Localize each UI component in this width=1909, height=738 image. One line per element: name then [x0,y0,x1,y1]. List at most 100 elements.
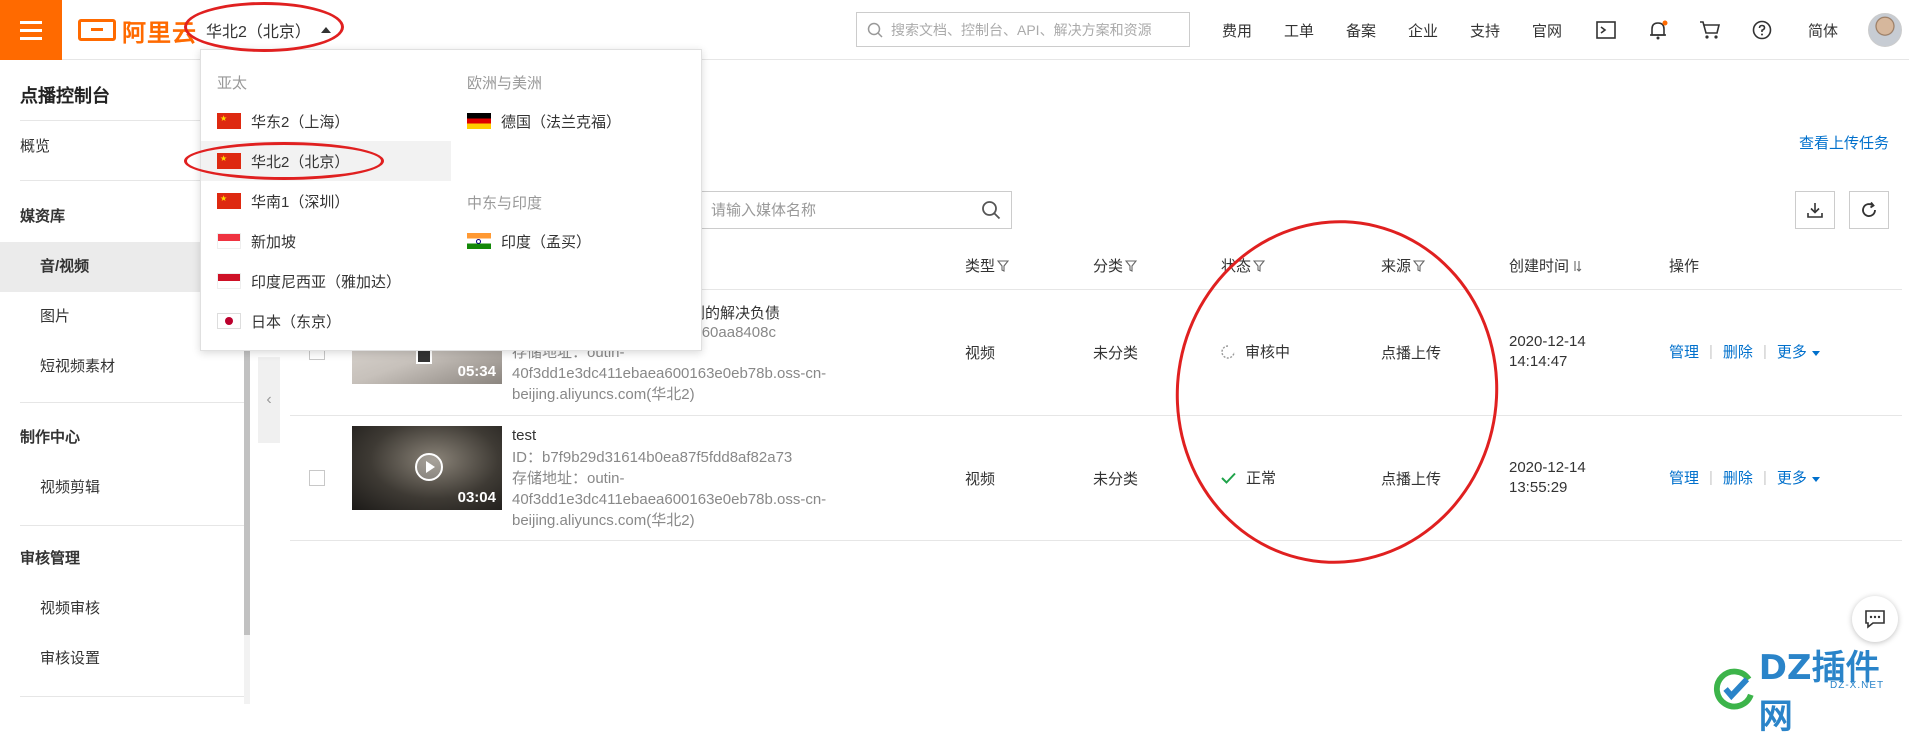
download-button[interactable] [1795,191,1835,229]
dz-watermark: DZ插件网 DZ-X.NET [1712,640,1909,738]
col-header-source[interactable]: 来源 [1381,255,1426,276]
filter-icon[interactable] [997,259,1010,272]
singapore-flag-icon [217,233,241,249]
media-source: 点播上传 [1381,345,1442,362]
region-option-label: 华南1（深圳） [251,193,350,211]
sidebar-group-production[interactable]: 制作中心 [0,413,244,463]
region-option-shenzhen[interactable]: ★ 华南1（深圳） [201,181,451,221]
table-divider [290,540,1902,541]
more-dropdown[interactable]: 更多 [1777,341,1820,362]
region-option-shanghai[interactable]: ★ 华东2（上海） [201,101,451,141]
chat-button[interactable] [1852,596,1898,642]
media-storage-line2: 40f3dd1e3dc411ebaea600163e0eb78b.oss-cn- [512,491,827,508]
global-search-input[interactable] [891,21,1181,38]
aliyun-logo-mark [78,19,116,41]
manage-link[interactable]: 管理 [1669,341,1699,362]
sidebar-item-video-audit[interactable]: 视频审核 [0,584,244,634]
refresh-icon [1862,201,1876,217]
divider [20,696,244,697]
region-option-mumbai[interactable]: 印度（孟买） [451,221,691,261]
video-thumbnail[interactable]: 03:04 [352,426,502,510]
japan-flag-icon [217,313,241,329]
media-id: 04e5560aa8408c [660,324,776,341]
region-selector-label: 华北2（北京） [206,24,311,41]
filter-icon[interactable] [1253,259,1266,272]
nav-fee[interactable]: 费用 [1222,20,1252,41]
aliyun-logo-text: 阿里云 [122,19,197,47]
china-flag-icon: ★ [217,193,241,209]
media-status: 正常 [1221,467,1276,488]
region-option-tokyo[interactable]: 日本（东京） [201,301,451,341]
nav-beian[interactable]: 备案 [1346,20,1376,41]
nav-enterprise[interactable]: 企业 [1408,20,1438,41]
region-option-label: 德国（法兰克福） [501,113,622,131]
view-upload-tasks-link[interactable]: 查看上传任务 [1799,132,1889,153]
media-type: 视频 [965,471,996,488]
menu-icon[interactable] [0,0,62,60]
region-option-label: 新加坡 [251,233,297,251]
watermark-subtext: DZ-X.NET [1830,680,1885,691]
col-header-type-label: 类型 [965,258,996,275]
delete-link[interactable]: 删除 [1723,341,1753,362]
col-header-status[interactable]: 状态 [1221,255,1266,276]
download-icon [1807,203,1823,218]
media-category: 未分类 [1093,471,1139,488]
row-checkbox[interactable] [309,470,325,486]
more-label: 更多 [1776,470,1807,487]
col-header-category-label: 分类 [1093,258,1124,275]
media-source: 点播上传 [1381,471,1442,488]
region-group-apac: 亚太 [217,75,248,92]
chat-icon [1865,610,1885,629]
media-status-label: 正常 [1246,470,1277,487]
col-header-category[interactable]: 分类 [1093,255,1138,276]
region-option-frankfurt[interactable]: 德国（法兰克福） [451,101,691,141]
region-option-label: 印度尼西亚（雅加达） [251,273,402,291]
col-header-type[interactable]: 类型 [965,255,1010,276]
nav-website[interactable]: 官网 [1532,20,1562,41]
sidebar-item-video-editing[interactable]: 视频剪辑 [0,463,244,513]
china-flag-icon: ★ [217,153,241,169]
media-created-time: 13:55:29 [1509,479,1568,496]
refresh-button[interactable] [1849,191,1889,229]
col-header-created[interactable]: 创建时间 [1509,255,1583,276]
sort-icon[interactable] [1571,260,1583,272]
media-storage-line2: 40f3dd1e3dc411ebaea600163e0eb78b.oss-cn- [512,365,827,382]
more-dropdown[interactable]: 更多 [1777,467,1820,488]
filter-icon[interactable] [1125,259,1138,272]
manage-link[interactable]: 管理 [1669,467,1699,488]
search-icon[interactable] [981,200,1001,220]
media-search-input[interactable] [711,201,961,219]
sidebar-title: 点播控制台 [20,86,110,106]
delete-link[interactable]: 删除 [1723,467,1753,488]
sidebar-collapse-toggle[interactable]: ‹ [258,357,280,443]
global-search[interactable] [856,12,1190,47]
help-icon[interactable] [1750,18,1774,42]
caret-up-icon [320,27,331,33]
media-name[interactable]: test [512,427,536,444]
sidebar-group-audit[interactable]: 审核管理 [0,534,244,584]
bell-icon[interactable] [1646,18,1670,42]
region-option-singapore[interactable]: 新加坡 [201,221,451,261]
lang-switch[interactable]: 简体 [1808,20,1838,41]
separator: | [1762,343,1767,360]
nav-support[interactable]: 支持 [1470,20,1500,41]
avatar[interactable] [1868,13,1902,47]
region-option-jakarta[interactable]: 印度尼西亚（雅加达） [201,261,451,301]
table-divider [290,415,1902,416]
aliyun-logo[interactable]: 阿里云 [78,14,197,47]
cart-icon[interactable] [1698,18,1722,42]
region-option-label: 华东2（上海） [251,113,350,131]
filter-icon[interactable] [1413,259,1426,272]
media-search[interactable] [696,191,1012,229]
sidebar-item-audit-settings[interactable]: 审核设置 [0,634,244,684]
divider [20,525,244,526]
col-header-actions-label: 操作 [1669,258,1700,275]
region-option-beijing[interactable]: ★ 华北2（北京） [201,141,451,181]
caret-down-icon [1811,476,1820,482]
region-dropdown: 亚太 ★ 华东2（上海） ★ 华北2（北京） ★ 华南1（深圳） 新加坡 印度尼… [200,49,702,351]
region-selector[interactable]: 华北2（北京） [206,18,331,42]
terminal-icon[interactable] [1594,18,1618,42]
nav-ticket[interactable]: 工单 [1284,20,1314,41]
more-label: 更多 [1776,344,1807,361]
video-duration: 03:04 [457,489,496,506]
